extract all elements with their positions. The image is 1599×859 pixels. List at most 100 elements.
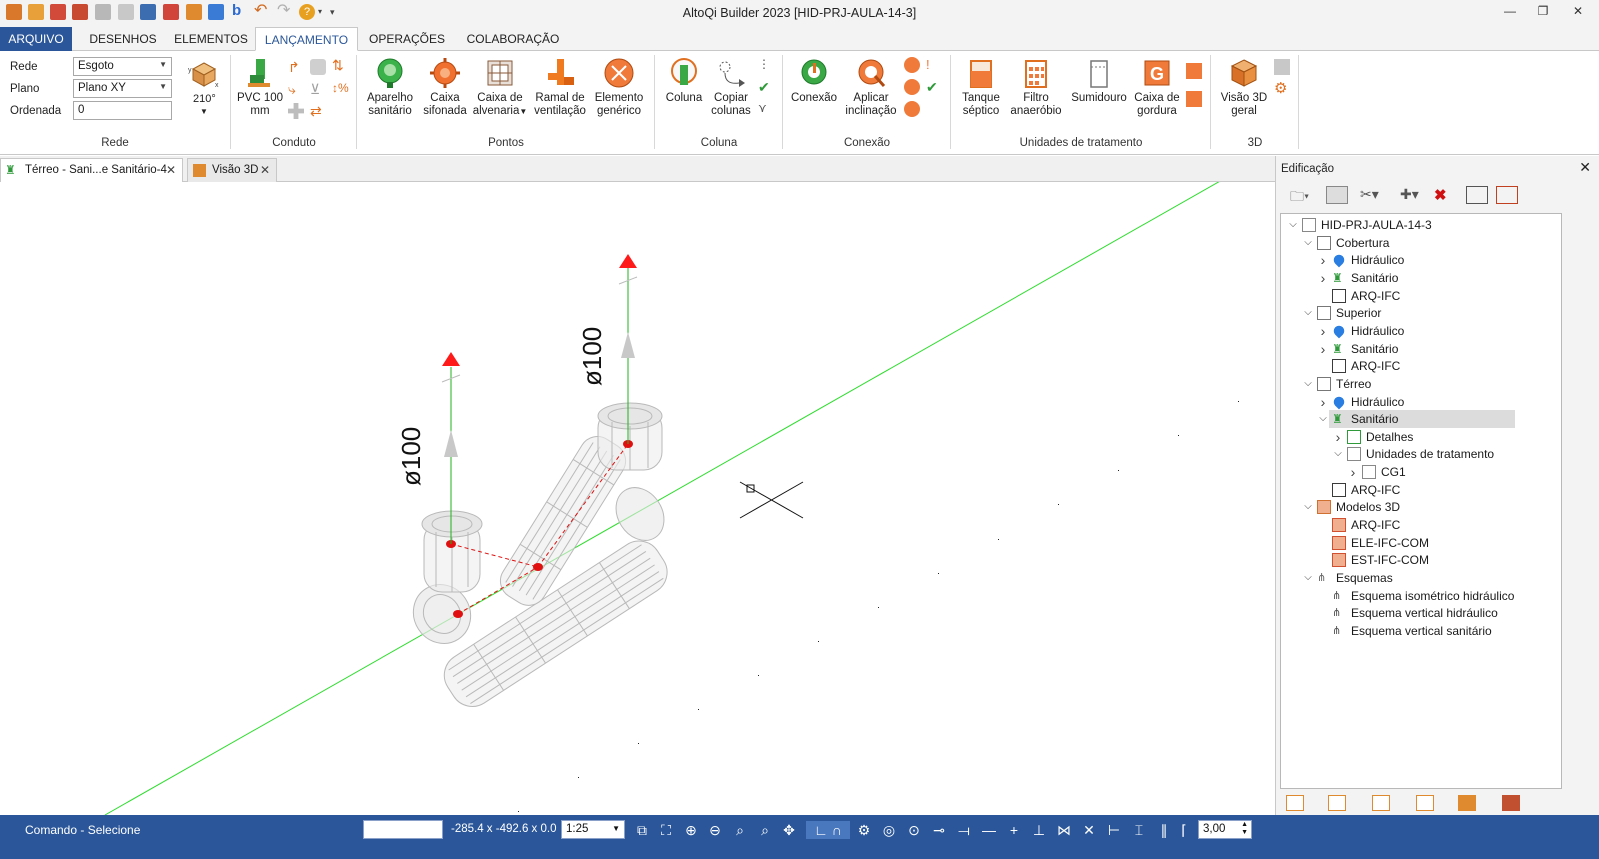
- filtro-anaerobio-button[interactable]: Filtro anaeróbio: [1008, 57, 1064, 118]
- elevation-icon[interactable]: ⌈: [1175, 821, 1193, 839]
- caixa-sifonada-button[interactable]: Caixa sifonada: [420, 57, 470, 118]
- add-node-icon[interactable]: ✚▾: [1400, 186, 1422, 204]
- close-tab-icon[interactable]: ✕: [260, 159, 270, 181]
- snap-intersection-icon[interactable]: +: [1005, 821, 1023, 839]
- tree-node[interactable]: › Hidráulico: [1281, 393, 1561, 411]
- pipe-fitting-model[interactable]: [402, 402, 675, 715]
- tanque-septico-button[interactable]: Tanque séptico: [956, 57, 1006, 118]
- chevron-right-icon[interactable]: ›: [1317, 251, 1329, 269]
- chevron-down-icon[interactable]: ⌵: [1302, 569, 1314, 587]
- snap-extension-icon[interactable]: ⊢: [1105, 821, 1123, 839]
- chevron-right-icon[interactable]: ›: [1332, 428, 1344, 446]
- scale-select[interactable]: 1:25 ▼: [561, 820, 625, 839]
- chevron-right-icon[interactable]: ›: [1317, 340, 1329, 358]
- settings-view-icon[interactable]: [1502, 795, 1520, 811]
- cross-fitting-icon[interactable]: [288, 103, 304, 119]
- tree-node[interactable]: ⌵ Cobertura: [1281, 234, 1561, 252]
- tree-node[interactable]: › ♜ Sanitário: [1281, 340, 1561, 358]
- tab-desenhos[interactable]: DESENHOS: [78, 27, 168, 51]
- minimize-button[interactable]: —: [1497, 4, 1523, 22]
- tree-node[interactable]: ARQ-IFC: [1281, 481, 1561, 499]
- snap-settings-icon[interactable]: ⚙: [855, 821, 873, 839]
- tree-node[interactable]: ⋔ Esquema vertical sanitário: [1281, 622, 1561, 640]
- connection-check-icon[interactable]: ✔: [926, 79, 942, 95]
- tree-node[interactable]: ⌵ ⋔ Esquemas: [1281, 569, 1561, 587]
- chevron-down-icon[interactable]: ⌵: [1332, 445, 1344, 463]
- snap-endpoint-icon[interactable]: ⟞: [955, 821, 973, 839]
- close-panel-icon[interactable]: ✕: [1579, 159, 1591, 176]
- column-check-icon[interactable]: ✔: [758, 79, 774, 95]
- drawing-view-icon[interactable]: [1328, 795, 1346, 811]
- chevron-down-icon[interactable]: ⌵: [1317, 410, 1329, 428]
- doc-tab-visao-3d[interactable]: Visão 3D ✕: [187, 158, 277, 182]
- chevron-down-icon[interactable]: ⌵: [1302, 234, 1314, 252]
- slope-percent-icon[interactable]: ↕%: [332, 81, 349, 97]
- tree-node[interactable]: › CG1: [1281, 463, 1561, 481]
- snap-vertical-icon[interactable]: ⌶: [1130, 821, 1148, 839]
- tree-node[interactable]: › ♜ Sanitário: [1281, 269, 1561, 287]
- close-tab-icon[interactable]: ✕: [166, 159, 176, 181]
- zoom-out-icon[interactable]: ⊖: [706, 821, 724, 839]
- command-input[interactable]: [363, 820, 443, 839]
- project-tree[interactable]: ⌵ HID-PRJ-AULA-14-3 ⌵ Cobertura › Hidráulico ›…: [1280, 213, 1562, 789]
- caixa-gordura-button[interactable]: G Caixa de gordura: [1132, 57, 1182, 118]
- tree-node[interactable]: ARQ-IFC: [1281, 287, 1561, 305]
- tab-elementos[interactable]: ELEMENTOS: [168, 27, 254, 51]
- zoom-in-icon[interactable]: ⊕: [682, 821, 700, 839]
- tree-node[interactable]: ⌵ Térreo: [1281, 375, 1561, 393]
- snap-line-icon[interactable]: —: [980, 821, 998, 839]
- snap-midpoint-icon[interactable]: ⊸: [930, 821, 948, 839]
- tree-node[interactable]: ARQ-IFC: [1281, 357, 1561, 375]
- conexao-button[interactable]: Conexão: [788, 57, 840, 105]
- chevron-right-icon[interactable]: ›: [1347, 463, 1359, 481]
- pipe-curve-icon[interactable]: ⤷: [288, 81, 304, 97]
- coluna-button[interactable]: Coluna: [660, 57, 708, 105]
- tab-arquivo[interactable]: ARQUIVO: [0, 27, 72, 51]
- zoom-realtime-icon[interactable]: ⌕: [756, 821, 774, 839]
- tab-operacoes[interactable]: OPERAÇÕES: [360, 27, 454, 51]
- chevron-down-icon[interactable]: ⌵: [1302, 375, 1314, 393]
- treatment-unit-a-icon[interactable]: [1186, 63, 1202, 79]
- ordenada-input[interactable]: 0: [73, 101, 172, 120]
- chevron-right-icon[interactable]: ›: [1317, 393, 1329, 411]
- snap-cross-icon[interactable]: ✕: [1080, 821, 1098, 839]
- tree-node[interactable]: ELE-IFC-COM: [1281, 534, 1561, 552]
- new-folder-icon[interactable]: 🗀▾: [1290, 186, 1312, 204]
- building-properties-icon[interactable]: [1326, 186, 1348, 204]
- rede-select[interactable]: Esgoto ▼: [73, 57, 172, 76]
- snap-perpendicular-icon[interactable]: ⊥: [1030, 821, 1048, 839]
- snap-circle-icon[interactable]: ⊙: [905, 821, 923, 839]
- tree-node[interactable]: ⋔ Esquema isométrico hidráulico: [1281, 587, 1561, 605]
- copiar-colunas-button[interactable]: Copiar colunas: [710, 57, 752, 118]
- tree-node[interactable]: › Hidráulico: [1281, 322, 1561, 340]
- 3d-viewport[interactable]: ø100 ø100: [0, 182, 1275, 815]
- pipe-bend-icon[interactable]: ↱: [288, 59, 304, 75]
- 3d-layers-icon[interactable]: [1274, 59, 1290, 75]
- doc-tab-terreo[interactable]: ♜ Térreo - Sani...e Sanitário-4 ✕: [0, 158, 183, 182]
- tree-node[interactable]: EST-IFC-COM: [1281, 551, 1561, 569]
- chevron-down-icon[interactable]: ⌵: [1302, 304, 1314, 322]
- tree-node[interactable]: ⌵ Superior: [1281, 304, 1561, 322]
- elevation-input[interactable]: 3,00 ▲ ▼: [1198, 820, 1252, 839]
- zoom-extents-icon[interactable]: ⛶: [657, 821, 675, 839]
- column-dots-icon[interactable]: ⋮: [758, 57, 774, 73]
- elemento-generico-button[interactable]: Elemento genérico: [592, 57, 646, 118]
- 3d-settings-gear-icon[interactable]: ⚙: [1274, 81, 1290, 97]
- snap-center-icon[interactable]: ◎: [880, 821, 898, 839]
- column-filter-icon[interactable]: ⋎: [758, 101, 774, 117]
- connection-group-icon[interactable]: [904, 79, 920, 95]
- pipe-straight-icon[interactable]: [310, 59, 326, 75]
- pipe-reduce-icon[interactable]: ⊻: [310, 81, 326, 97]
- tab-colaboracao[interactable]: COLABORAÇÃO: [455, 27, 571, 51]
- tab-lancamento[interactable]: LANÇAMENTO: [255, 27, 358, 51]
- chevron-right-icon[interactable]: ›: [1317, 269, 1329, 287]
- zoom-window-icon[interactable]: ⧉: [633, 821, 651, 839]
- materials-view-icon[interactable]: [1458, 795, 1476, 811]
- ortho-snap-toggle[interactable]: ∟ ∩: [806, 821, 850, 839]
- restore-button[interactable]: ❐: [1530, 4, 1556, 22]
- plano-select[interactable]: Plano XY ▼: [73, 79, 172, 98]
- tree-node[interactable]: ⌵ ♜ Sanitário: [1281, 410, 1561, 428]
- pvc-conduto-button[interactable]: PVC 100 mm: [236, 57, 284, 118]
- ramal-ventilacao-button[interactable]: Ramal de ventilação: [531, 57, 589, 118]
- close-window-button[interactable]: ✕: [1565, 4, 1591, 22]
